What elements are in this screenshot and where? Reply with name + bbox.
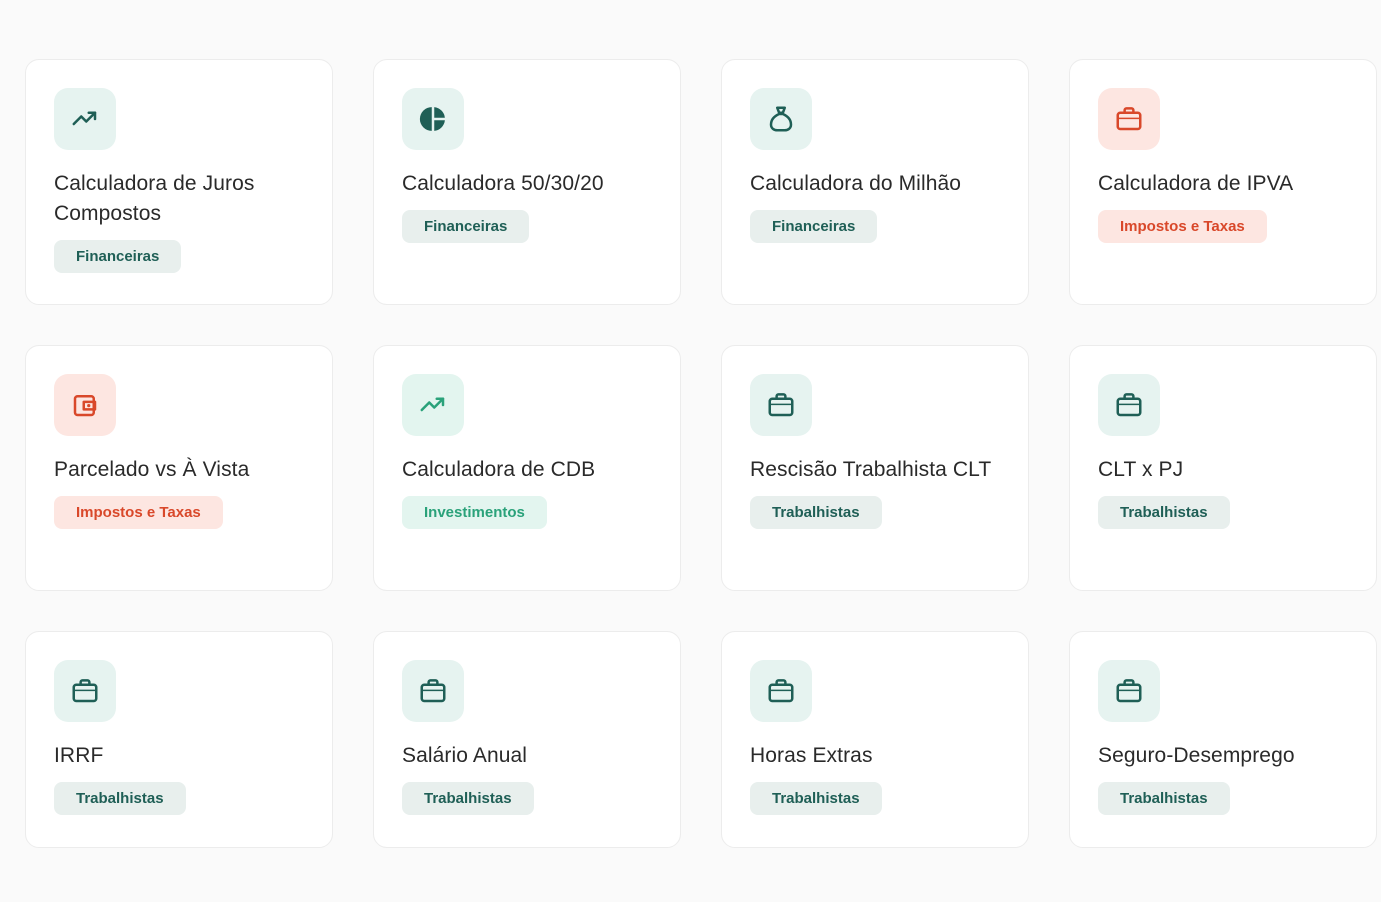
card-icon-box	[402, 660, 464, 722]
category-badge: Investimentos	[402, 496, 547, 529]
card-cdb[interactable]: Calculadora de CDB Investimentos	[373, 345, 681, 591]
card-title: Horas Extras	[750, 744, 873, 767]
card-icon-box	[750, 88, 812, 150]
category-badge: Trabalhistas	[1098, 782, 1230, 815]
briefcase-icon	[1116, 679, 1142, 703]
briefcase-icon	[72, 679, 98, 703]
card-seguro-desemprego[interactable]: Seguro-Desemprego Trabalhistas	[1069, 631, 1377, 848]
wallet-icon	[73, 395, 97, 417]
briefcase-icon	[420, 679, 446, 703]
card-irrf[interactable]: IRRF Trabalhistas	[25, 631, 333, 848]
card-title: Calculadora do Milhão	[750, 172, 962, 195]
card-salario-anual[interactable]: Salário Anual Trabalhistas	[373, 631, 681, 848]
category-badge: Trabalhistas	[750, 782, 882, 815]
category-badge: Impostos e Taxas	[54, 496, 223, 529]
card-title: Calculadora de Juros Compostos	[54, 172, 255, 225]
card-icon-box	[54, 660, 116, 722]
card-icon-box	[54, 374, 116, 436]
card-icon-box	[750, 660, 812, 722]
card-icon-box	[1098, 660, 1160, 722]
money-bag-icon	[769, 106, 793, 132]
card-milhao[interactable]: Calculadora do Milhão Financeiras	[721, 59, 1029, 305]
card-title: CLT x PJ	[1098, 458, 1184, 481]
category-badge: Trabalhistas	[54, 782, 186, 815]
briefcase-icon	[1116, 107, 1142, 131]
card-title: Calculadora 50/30/20	[402, 172, 604, 195]
briefcase-icon	[768, 393, 794, 417]
card-50-30-20[interactable]: Calculadora 50/30/20 Financeiras	[373, 59, 681, 305]
trending-up-icon	[72, 111, 97, 126]
card-title: Salário Anual	[402, 744, 528, 767]
category-badge: Financeiras	[54, 240, 182, 273]
card-icon-box	[402, 88, 464, 150]
card-juros-compostos[interactable]: Calculadora de Juros Compostos Financeir…	[25, 59, 333, 305]
category-badge: Trabalhistas	[402, 782, 534, 815]
pie-chart-icon	[419, 107, 445, 131]
category-badge: Financeiras	[402, 210, 530, 243]
card-icon-box	[750, 374, 812, 436]
briefcase-icon	[1116, 393, 1142, 417]
card-icon-box	[1098, 88, 1160, 150]
card-clt-pj[interactable]: CLT x PJ Trabalhistas	[1069, 345, 1377, 591]
category-badge: Trabalhistas	[750, 496, 882, 529]
card-title: Calculadora de IPVA	[1098, 172, 1294, 195]
category-badge: Financeiras	[750, 210, 878, 243]
calculator-grid: Calculadora de Juros Compostos Financeir…	[25, 59, 1377, 877]
trending-up-icon	[420, 397, 445, 412]
card-horas-extras[interactable]: Horas Extras Trabalhistas	[721, 631, 1029, 848]
card-icon-box	[54, 88, 116, 150]
card-rescisao-clt[interactable]: Rescisão Trabalhista CLT Trabalhistas	[721, 345, 1029, 591]
card-ipva[interactable]: Calculadora de IPVA Impostos e Taxas	[1069, 59, 1377, 305]
card-icon-box	[1098, 374, 1160, 436]
card-title: Parcelado vs À Vista	[54, 458, 250, 481]
card-title: Rescisão Trabalhista CLT	[750, 458, 992, 481]
card-title: Seguro-Desemprego	[1098, 744, 1295, 767]
card-title: Calculadora de CDB	[402, 458, 596, 481]
card-icon-box	[402, 374, 464, 436]
briefcase-icon	[768, 679, 794, 703]
card-parcelado-vista[interactable]: Parcelado vs À Vista Impostos e Taxas	[25, 345, 333, 591]
card-title: IRRF	[54, 744, 104, 767]
category-badge: Trabalhistas	[1098, 496, 1230, 529]
category-badge: Impostos e Taxas	[1098, 210, 1267, 243]
